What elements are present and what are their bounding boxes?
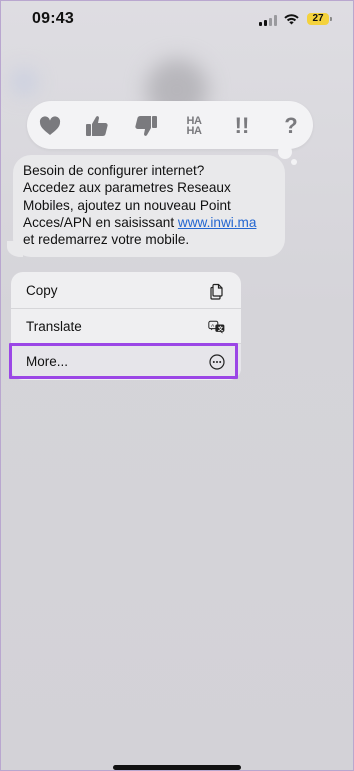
menu-item-label: Translate xyxy=(26,319,82,334)
heart-icon[interactable] xyxy=(37,113,63,139)
svg-text:文: 文 xyxy=(218,325,224,333)
home-indicator[interactable] xyxy=(113,765,241,770)
translate-icon: A 文 xyxy=(208,320,225,334)
haha-reaction[interactable]: HA HA xyxy=(180,113,208,139)
status-time: 09:43 xyxy=(32,10,74,27)
tapback-tail xyxy=(278,145,292,159)
copy-icon xyxy=(210,283,223,300)
screen: 09:43 27 HA HA !! ? Besoin de configurer… xyxy=(0,0,354,771)
cellular-signal-icon xyxy=(259,15,277,26)
menu-item-translate[interactable]: Translate A 文 xyxy=(11,309,241,344)
menu-item-copy[interactable]: Copy xyxy=(11,273,241,308)
tapback-bar: HA HA !! ? xyxy=(27,101,313,149)
thumbs-down-icon[interactable] xyxy=(133,113,159,139)
message-bubble[interactable]: Besoin de configurer internet? Accedez a… xyxy=(13,155,285,257)
battery-icon: 27 xyxy=(307,13,332,25)
wifi-icon xyxy=(284,14,299,25)
emphasize-reaction[interactable]: !! xyxy=(229,113,255,139)
back-button-blurred xyxy=(13,71,35,93)
message-line: et redemarrez votre mobile. xyxy=(23,232,190,248)
status-bar: 09:43 27 xyxy=(1,1,353,41)
question-reaction[interactable]: ? xyxy=(278,113,304,139)
message-line: Acces/APN en saisissant www.inwi.ma xyxy=(23,214,257,230)
highlight-box xyxy=(9,343,238,379)
message-link[interactable]: www.inwi.ma xyxy=(178,215,257,230)
message-line: Mobiles, ajoutez un nouveau Point xyxy=(23,197,231,213)
menu-item-label: Copy xyxy=(26,283,58,298)
message-line: Accedez aux parametres Reseaux xyxy=(23,180,231,196)
message-line: Besoin de configurer internet? xyxy=(23,163,205,178)
tapback-tail-dot xyxy=(291,159,297,165)
thumbs-up-icon[interactable] xyxy=(84,113,110,139)
